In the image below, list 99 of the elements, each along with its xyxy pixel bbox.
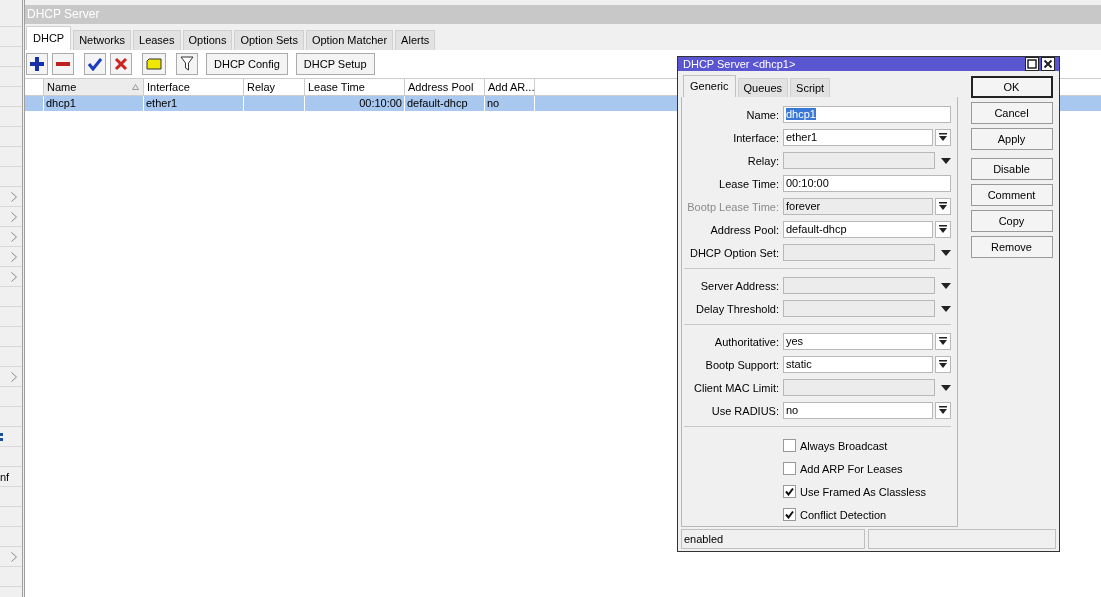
status-bar-cell: enabled [681,529,865,549]
note-icon [146,58,162,70]
dialog-button[interactable]: Cancel [970,102,1053,124]
checkbox[interactable] [783,439,796,452]
field-label: Bootp Lease Time: [686,200,779,213]
tab[interactable]: Generic [683,75,736,97]
dropdown-field[interactable] [783,277,935,294]
dropdown-field[interactable]: ether1 [783,129,934,146]
add-button[interactable] [26,53,48,75]
enable-button[interactable] [84,53,106,75]
dropdown-arrow-icon [939,202,948,211]
field-label: Relay: [746,154,779,167]
tab[interactable]: Option Sets [234,30,304,50]
column-header[interactable]: Add AR... [485,79,535,95]
field-label: Bootp Support: [704,358,779,371]
table-cell: dhcp1 [46,97,76,109]
menu-icon [0,432,3,441]
dropdown-field[interactable] [783,152,935,169]
cross-icon [114,57,128,71]
dropdown-field[interactable]: static [783,356,934,373]
table-cell: no [487,97,500,109]
field-label: Name: [745,108,779,121]
dropdown-field[interactable] [783,379,935,396]
dialog-title: DHCP Server <dhcp1> [683,58,796,70]
checkbox[interactable] [783,508,796,521]
dropdown-button[interactable] [935,198,951,215]
dropdown-arrow-icon [939,406,948,415]
checkbox-label: Always Broadcast [800,439,888,452]
tab[interactable]: DHCP [26,26,72,50]
toolbar-button[interactable]: DHCP Config [206,53,288,75]
dialog-button[interactable]: Apply [970,128,1053,150]
tab[interactable]: Leases [133,30,181,50]
expand-arrow-icon[interactable] [941,157,951,164]
expand-arrow-icon[interactable] [941,384,951,391]
tab[interactable]: Queues [737,78,789,97]
dropdown-button[interactable] [935,221,951,238]
table-cell: ether1 [146,97,178,109]
filter-button[interactable] [176,53,198,75]
plus-icon [30,57,44,71]
comment-button[interactable] [142,53,166,75]
field-label: Client MAC Limit: [693,381,779,394]
dropdown-button[interactable] [935,402,951,419]
expand-arrow-icon[interactable] [941,282,951,289]
column-header[interactable]: Lease Time [305,79,405,95]
checkbox-label: Use Framed As Classless [800,485,926,498]
dropdown-button[interactable] [935,356,951,373]
maximize-icon[interactable] [1025,57,1039,71]
expand-arrow-icon[interactable] [941,305,951,312]
column-header[interactable]: Address Pool [405,79,485,95]
field-label: Delay Threshold: [695,302,779,315]
field-label: Authoritative: [713,335,779,348]
dropdown-button[interactable] [935,129,951,146]
dropdown-arrow-icon [939,337,948,346]
dialog-button[interactable]: Comment [970,184,1053,206]
dropdown-arrow-icon [939,225,948,234]
dialog-button[interactable]: Copy [970,210,1053,232]
menu-label: nf [0,470,10,483]
field-label: Use RADIUS: [710,404,779,417]
sort-icon [132,84,139,90]
checkbox-label: Conflict Detection [800,508,887,521]
dialog-button[interactable]: OK [970,76,1053,98]
dropdown-arrow-icon [939,360,948,369]
dropdown-field[interactable]: default-dhcp [783,221,934,238]
field-label: Interface: [732,131,779,144]
field-label: Server Address: [699,279,779,292]
dropdown-field[interactable] [783,244,935,261]
dialog-button[interactable]: Remove [970,236,1053,258]
table-cell: default-dhcp [407,97,468,109]
funnel-icon [180,56,194,72]
disable-button[interactable] [110,53,132,75]
checkmark-icon [88,57,102,71]
checkbox[interactable] [783,462,796,475]
tab[interactable]: Alerts [395,30,436,50]
dialog-button[interactable]: Disable [970,158,1053,180]
dropdown-field[interactable]: yes [783,333,934,350]
dropdown-arrow-icon [939,133,948,142]
sidebar-item[interactable]: nf [0,467,22,487]
dropdown-field[interactable]: no [783,402,934,419]
checkbox-label: Add ARP For Leases [800,462,903,475]
input-field[interactable]: dhcp1 [783,106,951,123]
tab[interactable]: Networks [73,30,131,50]
field-label: DHCP Option Set: [688,246,779,259]
table-cell: 00:10:00 [359,97,402,109]
dropdown-button[interactable] [935,333,951,350]
dropdown-field[interactable] [783,300,935,317]
field-label: Address Pool: [709,223,779,236]
column-header[interactable]: Interface [144,79,244,95]
tab[interactable]: Options [182,30,233,50]
close-icon[interactable] [1041,57,1055,71]
checkbox[interactable] [783,485,796,498]
column-header[interactable]: Name [44,79,144,95]
input-field[interactable]: 00:10:00 [783,175,951,192]
toolbar-button[interactable]: DHCP Setup [295,53,375,75]
field-label: Lease Time: [718,177,779,190]
column-header[interactable]: Relay [244,79,305,95]
tab[interactable]: Script [790,78,831,97]
tab[interactable]: Option Matcher [305,30,394,50]
remove-button[interactable] [52,53,74,75]
expand-arrow-icon[interactable] [941,249,951,256]
